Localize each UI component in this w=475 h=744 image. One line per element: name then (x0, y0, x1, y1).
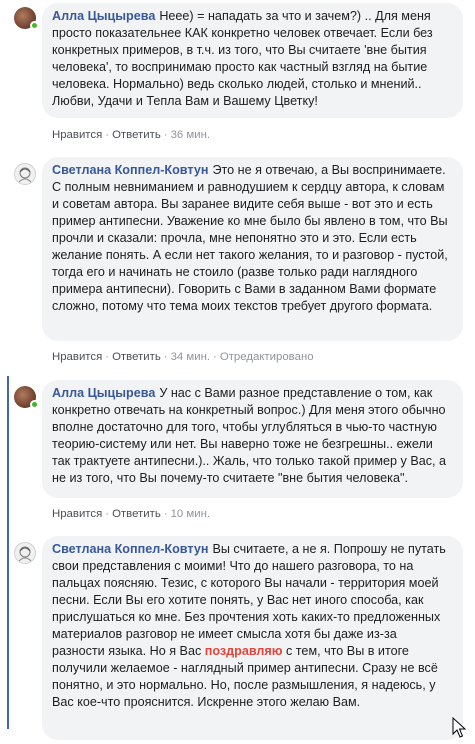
comment-bubble: Светлана Коппел-Ковтун Вы считаете, а не … (42, 536, 463, 740)
separator: · (163, 508, 168, 520)
comment-actions: Нравится · Ответить · 10 мин. (52, 508, 210, 520)
comment-bubble: Алла Цыцырева Неее) = нападать за что и з… (42, 3, 463, 118)
comment-bubble: Светлана Коппел-Ковтун Это не я отвечаю, … (42, 157, 463, 341)
comment-text: Неее) = нападать за что и зачем?) .. Для… (52, 9, 433, 108)
comment-author[interactable]: Светлана Коппел-Ковтун (52, 542, 208, 556)
comment-author[interactable]: Светлана Коппел-Ковтун (52, 163, 208, 177)
like-link[interactable]: Нравится (52, 508, 102, 520)
online-status-icon (30, 21, 39, 30)
separator: · (163, 351, 168, 363)
comment-text-before: Вы считаете, а не я. Попрошу не путать с… (52, 542, 446, 658)
mouse-cursor-icon (452, 717, 466, 738)
separator: · (163, 129, 168, 141)
avatar-sketch-icon (18, 546, 32, 562)
edited-label[interactable]: Отредактировано (220, 351, 314, 363)
comment-author[interactable]: Алла Цыцырева (52, 386, 155, 400)
separator: · (105, 508, 110, 520)
reply-thread-indicator (7, 376, 9, 729)
like-link[interactable]: Нравится (52, 129, 102, 141)
comment-author[interactable]: Алла Цыцырева (52, 9, 155, 23)
separator: · (105, 351, 110, 363)
separator: · (105, 129, 110, 141)
avatar-sketch-icon (18, 167, 32, 183)
reply-link[interactable]: Ответить (112, 129, 161, 141)
comment-time[interactable]: 36 мин. (171, 129, 210, 141)
like-link[interactable]: Нравится (52, 351, 102, 363)
comment-time[interactable]: 10 мин. (171, 508, 210, 520)
reply-link[interactable]: Ответить (112, 351, 161, 363)
comment-text: У нас с Вами разное представление о том,… (52, 386, 447, 485)
separator: · (213, 351, 217, 363)
online-status-icon (30, 400, 39, 409)
avatar[interactable] (14, 542, 36, 564)
comment-time[interactable]: 34 мин. (171, 351, 210, 363)
comment-bubble: Алла Цыцырева У нас с Вами разное предста… (42, 380, 463, 498)
avatar[interactable] (14, 163, 36, 185)
comment-actions: Нравится · Ответить · 34 мин. · Отредактирован… (52, 351, 314, 363)
comment-text: Это не я отвечаю, а Вы воспринимаете. С … (52, 163, 448, 313)
highlighted-link[interactable]: поздравляю (205, 644, 283, 658)
reply-link[interactable]: Ответить (112, 508, 161, 520)
comment-actions: Нравится · Ответить · 36 мин. (52, 129, 210, 141)
